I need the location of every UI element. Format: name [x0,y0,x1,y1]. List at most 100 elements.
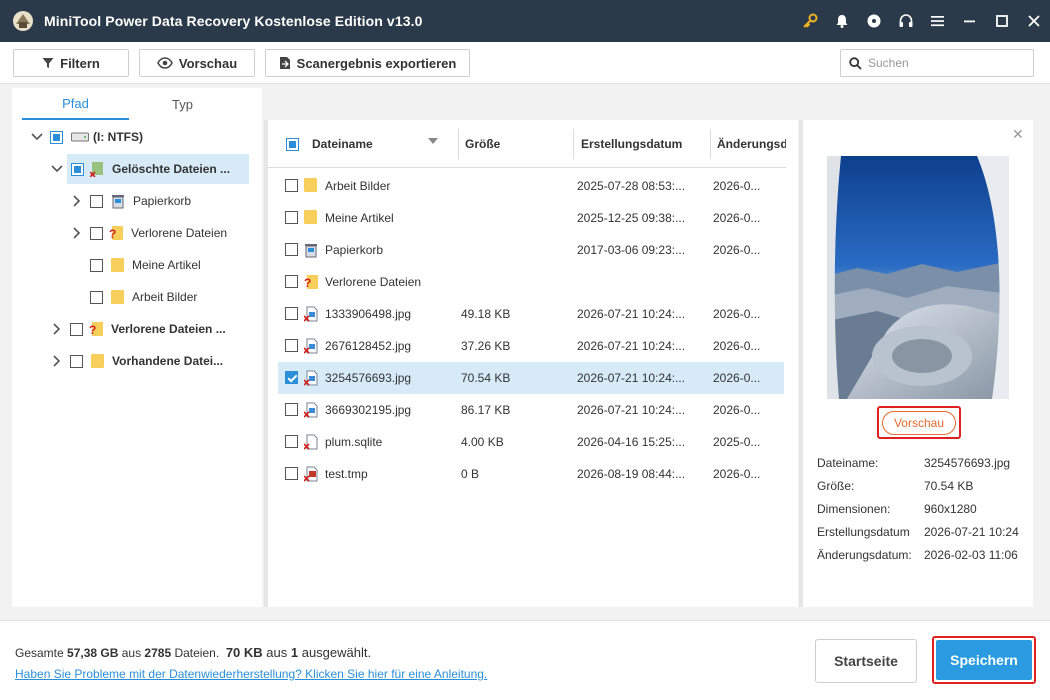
table-row[interactable]: test.tmp 0 B 2026-08-19 08:44:... 2026-0... [278,458,784,490]
table-row[interactable]: 1333906498.jpg 49.18 KB 2026-07-21 10:24:.… [278,298,784,330]
column-header-modified[interactable]: Änderungsd [717,120,786,168]
table-row[interactable]: 3254576693.jpg 70.54 KB 2026-07-21 10:24:.… [278,362,784,394]
home-button[interactable]: Startseite [815,639,917,683]
tree-node-my-articles[interactable]: Meine Artikel [90,250,250,280]
tree-checkbox[interactable] [90,194,103,208]
row-checkbox[interactable] [285,371,298,384]
deleted-image-file-icon [304,370,318,386]
cell-name: 1333906498.jpg [325,307,412,321]
select-all-checkbox[interactable] [286,138,299,151]
save-button-highlight[interactable]: Speichern [932,636,1036,684]
tree-node-work-images[interactable]: Arbeit Bilder [90,282,250,312]
meta-row: Änderungsdatum: 2026-02-03 11:06 [817,548,1037,568]
cell-size: 86.17 KB [461,403,511,417]
row-checkbox[interactable] [285,211,298,224]
cell-created: 2026-04-16 15:25:... [577,435,686,449]
cell-name: Verlorene Dateien [325,275,422,289]
tree-checkbox[interactable] [70,354,83,368]
column-header-name[interactable]: Dateiname [312,120,442,168]
column-separator[interactable] [573,129,574,159]
column-separator[interactable] [710,129,711,159]
chevron-down-icon[interactable] [30,130,44,144]
cell-size: 37.26 KB [461,339,511,353]
chevron-right-icon[interactable] [50,354,64,368]
cell-modified: 2026-0... [713,467,761,481]
cell-created: 2025-12-25 09:38:... [577,211,686,225]
tree-node-deleted-content[interactable]: Gelöschte Dateien ... [50,154,250,184]
row-checkbox[interactable] [285,467,298,480]
tree-checkbox[interactable] [50,130,63,144]
row-checkbox[interactable] [285,435,298,448]
tree-label: Vorhandene Datei... [112,354,224,368]
row-checkbox[interactable] [285,403,298,416]
row-checkbox[interactable] [285,307,298,320]
meta-value: 2026-02-03 11:06 [924,548,1018,562]
drive-icon [71,132,89,142]
chevron-down-icon[interactable] [50,162,64,176]
meta-row: Erstellungsdatum 2026-07-21 10:24 [817,525,1037,545]
menu-icon[interactable] [922,0,954,42]
cell-name: 3254576693.jpg [325,371,412,385]
table-row[interactable]: plum.sqlite 4.00 KB 2026-04-16 15:25:... 20… [278,426,784,458]
table-row[interactable]: Arbeit Bilder 2025-07-28 08:53:... 2026-0.… [278,170,784,202]
cell-name: Meine Artikel [325,211,394,225]
column-separator[interactable] [458,129,459,159]
save-button[interactable]: Speichern [936,640,1032,680]
filter-button[interactable]: Filtern [13,49,129,77]
preview-button-highlight[interactable]: Vorschau [877,406,961,439]
tree-node-lost[interactable]: ? Verlorene Dateien [70,218,250,248]
close-preview-icon[interactable]: ✕ [1012,126,1024,143]
table-row[interactable]: 2676128452.jpg 37.26 KB 2026-07-21 10:24:.… [278,330,784,362]
meta-value: 960x1280 [924,502,977,516]
search-box[interactable] [840,49,1034,77]
svg-text:?: ? [304,276,311,290]
bell-icon[interactable] [826,0,858,42]
cell-modified: 2026-0... [713,179,761,193]
meta-key: Dimensionen: [817,502,891,516]
cell-modified: 2026-0... [713,307,761,321]
row-checkbox[interactable] [285,339,298,352]
tree-checkbox[interactable] [90,290,103,304]
row-checkbox[interactable] [285,179,298,192]
minimize-icon[interactable] [954,0,986,42]
tree-node-recycle[interactable]: Papierkorb [70,186,250,216]
cell-size: 49.18 KB [461,307,511,321]
table-row[interactable]: Meine Artikel 2025-12-25 09:38:... 2026-0.… [278,202,784,234]
search-input[interactable] [868,56,1018,70]
chevron-right-icon[interactable] [70,194,84,208]
row-checkbox[interactable] [285,243,298,256]
tree-node-existing-files[interactable]: Vorhandene Datei... [50,346,250,376]
column-header-size[interactable]: Größe [465,120,565,168]
chevron-right-icon[interactable] [50,322,64,336]
key-icon[interactable] [794,0,826,42]
lost-folder-icon: ? [89,322,103,337]
toolbar: Filtern Vorschau Scanergebnis exportiere… [0,42,1050,84]
disc-icon[interactable] [858,0,890,42]
cell-size: 4.00 KB [461,435,504,449]
folder-icon [111,290,124,304]
export-scan-button[interactable]: Scanergebnis exportieren [265,49,470,77]
tree-checkbox[interactable] [71,162,84,176]
tab-path[interactable]: Pfad [22,88,129,120]
table-row[interactable]: 3669302195.jpg 86.17 KB 2026-07-21 10:24:.… [278,394,784,426]
headset-icon[interactable] [890,0,922,42]
maximize-icon[interactable] [986,0,1018,42]
tree-checkbox[interactable] [90,258,103,272]
tree-checkbox[interactable] [70,322,83,336]
meta-value: 70.54 KB [924,479,974,493]
tab-type[interactable]: Typ [129,88,236,120]
tree-node-lost-files[interactable]: ? Verlorene Dateien ... [50,314,250,344]
help-link[interactable]: Haben Sie Probleme mit der Datenwiederhe… [15,667,487,681]
close-window-icon[interactable] [1018,0,1050,42]
row-checkbox[interactable] [285,275,298,288]
table-row[interactable]: ? Verlorene Dateien [278,266,784,298]
tree-checkbox[interactable] [90,226,103,240]
deleted-file-icon [304,434,318,450]
chevron-right-icon[interactable] [70,226,84,240]
svg-text:?: ? [109,227,116,241]
tree-node-drive[interactable]: (I: NTFS) [30,122,260,152]
table-row[interactable]: Papierkorb 2017-03-06 09:23:... 2026-0... [278,234,784,266]
column-header-created[interactable]: Erstellungsdatum [581,120,706,168]
preview-toolbar-button[interactable]: Vorschau [139,49,255,77]
preview-button[interactable]: Vorschau [881,410,957,435]
